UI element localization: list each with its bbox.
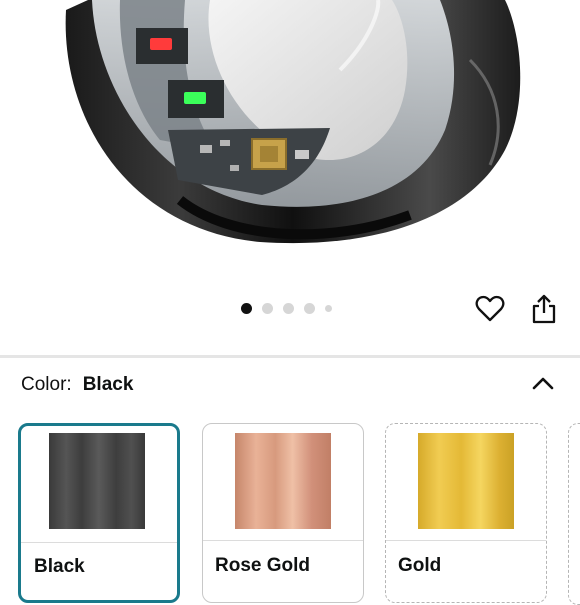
heart-icon [475,295,505,322]
color-option-label: Black [34,556,85,577]
color-selector-header: Color: Black [21,374,133,396]
red-led [150,38,172,50]
share-icon [532,294,556,324]
color-option-black[interactable]: Black [18,423,180,603]
carousel-dot[interactable] [262,303,273,314]
color-option-label: Rose Gold [215,555,311,576]
carousel-dot-active[interactable] [241,303,252,314]
collapse-colors-button[interactable] [530,372,556,394]
rose-gold-swatch-image [235,433,331,529]
wishlist-button[interactable] [473,292,507,326]
color-option-rose-gold[interactable]: Rose Gold [202,423,364,603]
chevron-up-icon [532,377,554,390]
section-divider [0,355,580,358]
carousel-dot[interactable] [283,303,294,314]
color-option-partial[interactable] [568,423,580,605]
color-label: Color: [21,374,72,395]
swatch-label-bar: Gold [386,540,546,576]
share-button[interactable] [527,292,561,326]
color-option-gold[interactable]: Gold [385,423,547,603]
carousel-dot[interactable] [325,305,332,312]
swatch-label-bar: Rose Gold [203,540,363,576]
black-swatch-image [49,433,145,529]
gold-swatch-image [418,433,514,529]
swatch-label-bar: Black [21,542,177,577]
image-carousel-indicator [241,303,332,314]
carousel-dot[interactable] [304,303,315,314]
color-option-label: Gold [398,555,442,576]
green-led [184,92,206,104]
selected-color-value: Black [82,374,134,395]
product-image[interactable] [0,0,580,292]
smart-ring-illustration [65,0,521,244]
